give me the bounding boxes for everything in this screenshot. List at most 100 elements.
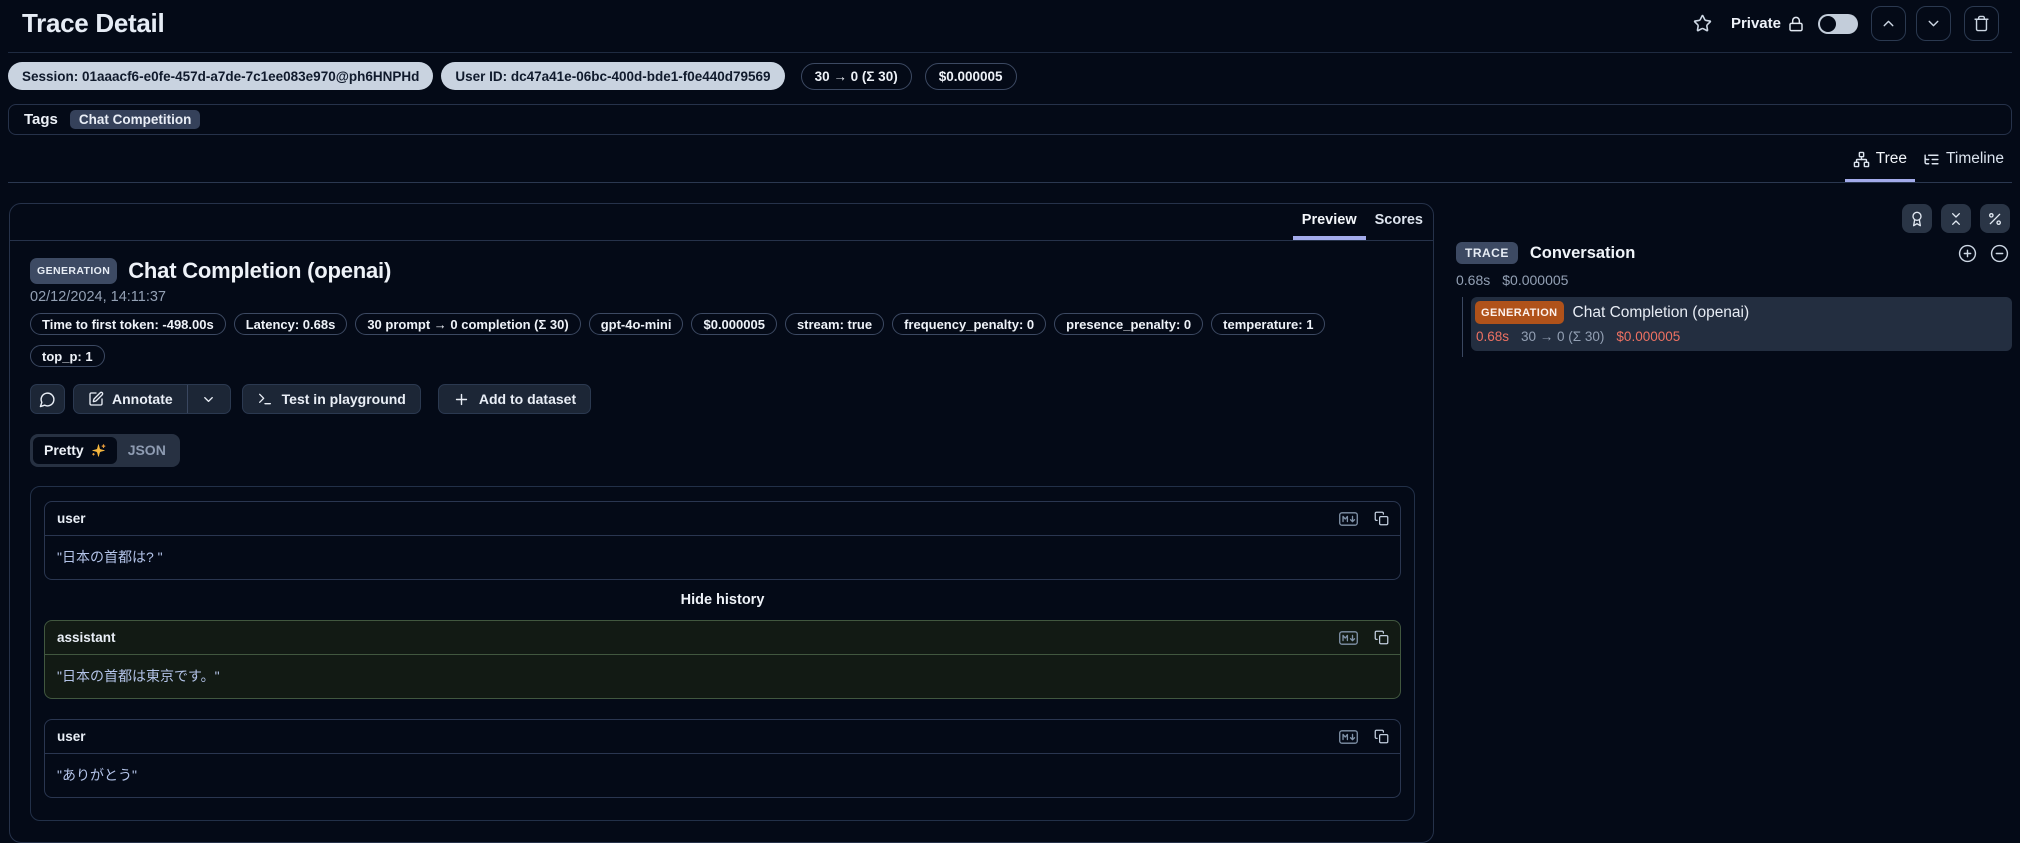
total-cost-badge: $0.000005: [924, 62, 1017, 90]
markdown-toggle-icon[interactable]: [1339, 511, 1358, 527]
user-id-badge[interactable]: User ID: dc47a41e-06bc-400d-bde1-f0e440d…: [441, 62, 785, 90]
delete-trace-button[interactable]: [1964, 6, 1999, 41]
tree-node-generation[interactable]: GENERATION Chat Completion (openai) 0.68…: [1471, 297, 2012, 351]
generation-tokens: 30 → 0 (Σ 30): [1521, 329, 1605, 344]
format-toggle: Pretty JSON: [30, 434, 180, 467]
trash-icon: [1974, 15, 1989, 32]
badge-time-to-first-token: Time to first token: -498.00s: [30, 313, 226, 335]
message-role: user: [57, 729, 86, 744]
tab-preview[interactable]: Preview: [1292, 204, 1366, 240]
header-actions: Private: [1693, 5, 1999, 42]
add-to-dataset-button[interactable]: Add to dataset: [437, 384, 592, 414]
expand-all-icon[interactable]: [1958, 244, 1977, 263]
copy-icon[interactable]: [1374, 630, 1389, 645]
lock-icon: [1788, 16, 1804, 32]
next-observation-button[interactable]: [1916, 6, 1951, 41]
view-tabs-divider: [8, 182, 2012, 183]
tab-tree[interactable]: Tree: [1844, 139, 1915, 183]
award-icon: [1912, 211, 1922, 226]
badge-stream: stream: true: [784, 313, 885, 335]
metrics-toggle-button[interactable]: [1980, 204, 2010, 233]
terminal-icon: [258, 393, 271, 405]
percent-icon: [1989, 212, 2001, 225]
public-toggle[interactable]: [1818, 13, 1858, 34]
tab-timeline-label: Timeline: [1946, 150, 2004, 167]
comment-button[interactable]: [30, 384, 65, 414]
tab-timeline[interactable]: Timeline: [1915, 139, 2012, 183]
message-user-1: user "日本の首都は? ": [44, 501, 1401, 580]
annotate-pen-icon: [89, 391, 104, 406]
badge-latency: Latency: 0.68s: [233, 313, 348, 335]
observation-metric-badges: Time to first token: -498.00s Latency: 0…: [30, 313, 1390, 367]
chevron-down-icon: [1928, 20, 1939, 27]
tags-section: Tags Chat Competition: [8, 104, 2012, 135]
message-content: "日本の首都は東京です。": [57, 668, 220, 684]
message-role: user: [57, 511, 86, 526]
message-user-2: user "ありがとう": [44, 719, 1401, 798]
message-role: assistant: [57, 630, 116, 645]
annotate-dropdown-button[interactable]: [188, 385, 230, 413]
copy-icon[interactable]: [1374, 511, 1389, 526]
format-json-button[interactable]: JSON: [117, 437, 177, 464]
tab-tree-label: Tree: [1875, 150, 1907, 167]
tag-chat-competition[interactable]: Chat Competition: [69, 110, 201, 129]
observation-actions: Annotate Test in playground Add to datas…: [30, 384, 1413, 414]
trace-metrics: 0.68s $0.000005: [1456, 272, 2012, 288]
generation-type-badge: GENERATION: [1475, 301, 1564, 324]
badge-temperature: temperature: 1: [1211, 313, 1326, 335]
badge-frequency-penalty: frequency_penalty: 0: [892, 313, 1047, 335]
observation-preview-panel: Preview Scores GENERATION Chat Completio…: [9, 203, 1434, 843]
trace-name: Conversation: [1529, 243, 1636, 262]
markdown-toggle-icon[interactable]: [1339, 630, 1358, 646]
generation-latency: 0.68s: [1476, 329, 1510, 344]
preview-tabs: Preview Scores: [10, 204, 1433, 241]
tree-children: GENERATION Chat Completion (openai) 0.68…: [1462, 297, 2012, 357]
markdown-toggle-icon[interactable]: [1339, 729, 1358, 745]
prev-observation-button[interactable]: [1871, 6, 1906, 41]
trace-latency: 0.68s: [1456, 272, 1491, 288]
observation-heading: GENERATION Chat Completion (openai): [30, 258, 1413, 284]
annotate-button[interactable]: Annotate: [74, 385, 187, 413]
copy-icon[interactable]: [1374, 729, 1389, 744]
tree-actions: [1456, 204, 2010, 233]
generation-name: Chat Completion (openai): [1572, 303, 1750, 321]
toggle-knob: [1820, 15, 1836, 32]
token-usage-badge: 30 → 0 (Σ 30): [800, 62, 912, 90]
observation-title: Chat Completion (openai): [128, 258, 392, 283]
message-assistant: assistant "日本の首都は東京です。": [44, 620, 1401, 699]
trace-root-row[interactable]: TRACE Conversation: [1456, 242, 2012, 264]
chevrons-down-up-icon: [1952, 212, 1960, 225]
annotate-label: Annotate: [112, 391, 173, 407]
test-in-playground-label: Test in playground: [281, 391, 406, 407]
hide-history-button[interactable]: Hide history: [44, 580, 1401, 620]
trace-cost: $0.000005: [1502, 272, 1569, 288]
badge-presence-penalty: presence_penalty: 0: [1054, 313, 1204, 335]
sparkles-icon: [91, 444, 106, 457]
badge-token-usage: 30 prompt → 0 completion (Σ 30): [355, 313, 581, 335]
badge-model[interactable]: gpt-4o-mini: [588, 313, 684, 335]
test-in-playground-button[interactable]: Test in playground: [241, 384, 421, 414]
observation-type-badge: GENERATION: [30, 258, 118, 284]
format-pretty-button[interactable]: Pretty: [33, 437, 117, 464]
format-pretty-label: Pretty: [44, 442, 84, 458]
message-header: user: [45, 502, 1400, 536]
scores-toggle-button[interactable]: [1902, 204, 1932, 233]
collapse-all-button[interactable]: [1941, 204, 1971, 233]
badge-cost: $0.000005: [691, 313, 777, 335]
message-header: assistant: [45, 621, 1400, 655]
view-mode-tabs: Tree Timeline: [1844, 139, 2012, 183]
comment-icon: [39, 391, 55, 407]
generation-cost: $0.000005: [1616, 329, 1681, 344]
collapse-icon[interactable]: [1990, 244, 2009, 263]
plus-icon: [455, 393, 468, 405]
message-content: "ありがとう": [57, 767, 137, 783]
privacy-status: Private: [1731, 15, 1804, 32]
session-badge[interactable]: Session: 01aaacf6-e0fe-457d-a7de-7c1ee08…: [8, 62, 434, 90]
io-container: user "日本の首都は? " Hide history assistant "…: [30, 486, 1415, 821]
chevron-down-icon: [204, 396, 214, 402]
tab-scores[interactable]: Scores: [1366, 204, 1432, 240]
observation-timestamp: 02/12/2024, 14:11:37: [30, 289, 166, 305]
tags-label: Tags: [24, 111, 58, 128]
trace-meta-badges: Session: 01aaacf6-e0fe-457d-a7de-7c1ee08…: [8, 62, 1017, 90]
bookmark-star-icon[interactable]: [1693, 14, 1712, 33]
